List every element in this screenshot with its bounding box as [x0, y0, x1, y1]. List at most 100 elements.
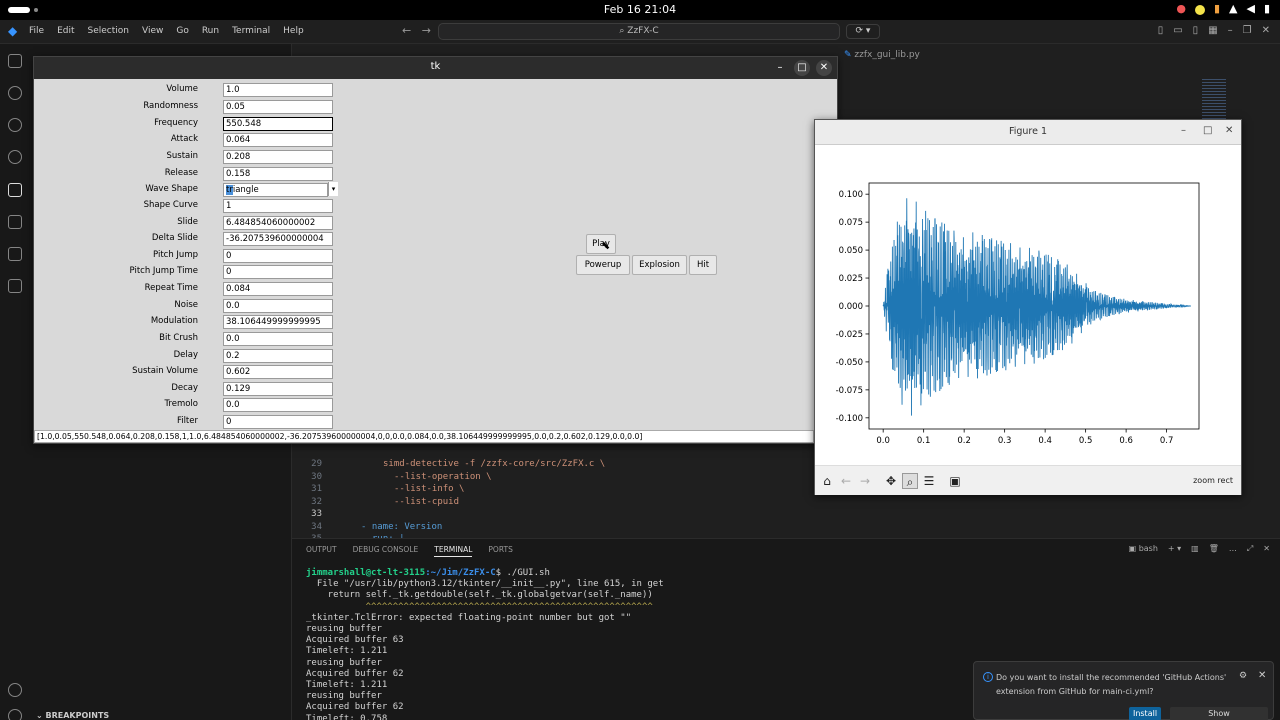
menu-run[interactable]: Run [202, 26, 219, 36]
sustain-volume-input[interactable]: 0.602 [223, 365, 333, 379]
night-light-icon[interactable] [1194, 5, 1205, 15]
frequency-input[interactable]: 550.548 [223, 117, 333, 131]
wave-shape-input[interactable]: triangle [223, 183, 328, 197]
layout-sidebar-icon[interactable]: ▯ [1158, 25, 1164, 36]
volume-icon[interactable]: ◀ [1246, 2, 1254, 15]
randomness-input[interactable]: 0.05 [223, 100, 333, 114]
delta-slide-input[interactable]: -36.207539600000004 [223, 232, 333, 246]
back-arrow-icon[interactable]: ← [402, 24, 411, 37]
run-debug-icon[interactable] [8, 183, 22, 197]
remote-icon[interactable] [8, 247, 22, 261]
noise-input[interactable]: 0.0 [223, 299, 333, 313]
explorer-icon[interactable] [8, 54, 22, 68]
configure-icon[interactable]: ☰ [921, 473, 937, 489]
layout-secondary-icon[interactable]: ▯ [1193, 25, 1199, 36]
layout-customize-icon[interactable]: ▦ [1208, 25, 1217, 36]
panel-tab-debug-console[interactable]: DEBUG CONSOLE [353, 545, 419, 557]
release-input[interactable]: 0.158 [223, 167, 333, 181]
zoom-icon[interactable]: ⌕ [902, 473, 918, 489]
show-recommendations-button[interactable]: Show Recommendations [1170, 707, 1268, 720]
panel-tab-output[interactable]: OUTPUT [306, 545, 337, 557]
volume-input[interactable]: 1.0 [223, 83, 333, 97]
tk-title-bar[interactable]: tk – □ ✕ [34, 57, 837, 79]
breakpoints-section-header[interactable]: ⌄ BREAKPOINTS [36, 711, 109, 720]
explosion-button[interactable]: Explosion [632, 255, 687, 275]
wave-shape-dropdown-arrow-icon[interactable]: ▾ [328, 182, 338, 196]
restore-icon[interactable]: ❐ [1243, 25, 1252, 36]
new-terminal-icon[interactable]: + ▾ [1168, 544, 1181, 554]
menu-file[interactable]: File [29, 26, 44, 36]
kill-terminal-icon[interactable]: 🗑 [1209, 544, 1219, 554]
source-control-icon[interactable] [8, 86, 22, 100]
panel-tab-terminal[interactable]: TERMINAL [434, 545, 473, 557]
terminal-shell-icon[interactable]: ▣ bash [1129, 544, 1158, 554]
pan-icon[interactable]: ✥ [883, 473, 899, 489]
wave-shape-label: Wave Shape [145, 184, 198, 194]
git-graph-icon[interactable] [8, 118, 22, 132]
hit-button[interactable]: Hit [689, 255, 717, 275]
menu-selection[interactable]: Selection [88, 26, 129, 36]
nav-arrows[interactable]: ← → [402, 24, 431, 37]
terminal-output[interactable]: jimmarshall@ct-lt-3115:~/Jim/ZzFX-C$ ./G… [306, 568, 966, 720]
decay-input[interactable]: 0.129 [223, 382, 333, 396]
back-icon[interactable]: ← [838, 473, 854, 489]
extensions-icon[interactable] [8, 215, 22, 229]
minimize-icon[interactable]: – [1228, 25, 1233, 36]
more-actions-icon[interactable]: … [1229, 544, 1237, 554]
notification-gear-icon[interactable]: ⚙ [1239, 671, 1247, 681]
figure-minimize-icon[interactable]: – [1181, 125, 1186, 136]
close-icon[interactable]: ✕ [1262, 25, 1270, 36]
delay-input[interactable]: 0.2 [223, 349, 333, 363]
menu-help[interactable]: Help [283, 26, 304, 36]
repeat-time-input[interactable]: 0.084 [223, 282, 333, 296]
pitch-jump-input[interactable]: 0 [223, 249, 333, 263]
filter-input[interactable]: 0 [223, 415, 333, 429]
close-panel-icon[interactable]: ✕ [1263, 544, 1270, 554]
clock[interactable]: Feb 16 21:04 [0, 3, 1280, 16]
microphone-icon[interactable]: ▮ [1214, 2, 1220, 15]
install-button[interactable]: Install [1129, 707, 1161, 720]
bit-crush-input[interactable]: 0.0 [223, 332, 333, 346]
waveform-plot[interactable]: 0.0 0.1 0.2 0.3 0.4 0.5 0.6 0.7 -0.100 -0.075 -0.0… [815, 146, 1241, 464]
pitch-jump-time-input[interactable]: 0 [223, 265, 333, 279]
notification-close-icon[interactable]: ✕ [1258, 670, 1266, 681]
forward-arrow-icon[interactable]: → [422, 24, 431, 37]
attack-input[interactable]: 0.064 [223, 133, 333, 147]
panel-tab-ports[interactable]: PORTS [488, 545, 512, 557]
tremolo-input[interactable]: 0.0 [223, 398, 333, 412]
command-center-search[interactable]: ⌕ ZzFX-C [438, 23, 840, 40]
tk-maximize-icon[interactable]: □ [794, 60, 810, 76]
menu-terminal[interactable]: Terminal [232, 26, 270, 36]
menu-view[interactable]: View [142, 26, 163, 36]
menu-edit[interactable]: Edit [57, 26, 74, 36]
home-icon[interactable]: ⌂ [819, 473, 835, 489]
menu-go[interactable]: Go [176, 26, 188, 36]
battery-icon[interactable]: ▮ [1264, 2, 1270, 15]
maximize-panel-icon[interactable]: ⤢ [1247, 544, 1253, 554]
slide-input[interactable]: 6.484854060000002 [223, 216, 333, 230]
split-terminal-icon[interactable]: ▥ [1191, 544, 1199, 554]
network-icon[interactable]: ▲ [1229, 2, 1237, 15]
figure-close-icon[interactable]: ✕ [1225, 125, 1233, 136]
figure-title-bar[interactable]: Figure 1 – □ ✕ [815, 120, 1241, 145]
copilot-button[interactable]: ⟳ ▾ [846, 24, 880, 39]
layout-panel-icon[interactable]: ▭ [1173, 25, 1182, 36]
containers-icon[interactable] [8, 279, 22, 293]
figure-maximize-icon[interactable]: □ [1203, 125, 1212, 136]
forward-icon[interactable]: → [857, 473, 873, 489]
tk-minimize-icon[interactable]: – [772, 60, 788, 76]
shape-curve-input[interactable]: 1 [223, 199, 333, 213]
app-indicator-icon[interactable]: ● [1176, 2, 1186, 15]
account-icon[interactable] [8, 683, 22, 697]
sustain-input[interactable]: 0.208 [223, 150, 333, 164]
search-icon[interactable] [8, 150, 22, 164]
manage-gear-icon[interactable] [8, 709, 22, 720]
editor-tab[interactable]: ✎ zzfx_gui_lib.py [844, 50, 920, 60]
parameter-array-output[interactable]: [1.0,0.05,550.548,0.064,0.208,0.158,1,1.… [34, 430, 814, 443]
save-icon[interactable]: ▣ [947, 473, 963, 489]
modulation-input[interactable]: 38.106449999999995 [223, 315, 333, 329]
powerup-button[interactable]: Powerup [576, 255, 630, 275]
minimap[interactable] [1202, 79, 1226, 123]
system-tray[interactable]: ● ▮ ▲ ◀ ▮ [1176, 2, 1270, 15]
tk-close-icon[interactable]: ✕ [816, 60, 832, 76]
